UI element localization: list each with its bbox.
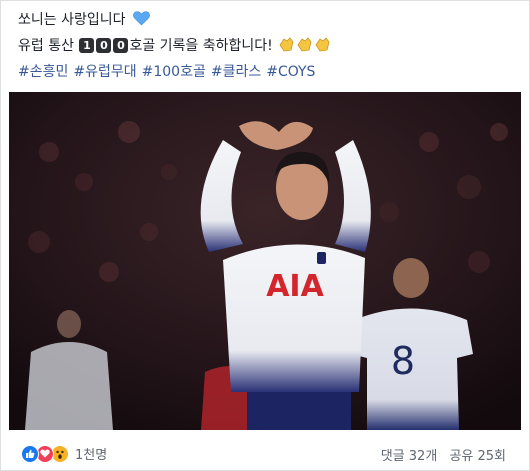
post-line-1: 쏘니는 사랑입니다	[18, 7, 518, 33]
hashtag-link[interactable]: #COYS	[266, 64, 315, 80]
keycap-digit: 1	[79, 38, 95, 53]
post-photo[interactable]: 8 AIA	[9, 92, 521, 430]
player-number-label: 8	[391, 339, 415, 383]
post-line-2-suffix: 호골 기록을 축하합니다!	[129, 38, 273, 54]
comment-count-link[interactable]: 댓글 32개	[381, 449, 438, 464]
facebook-post: 쏘니는 사랑입니다 유럽 통산 1 0 0 호골 기록을 축하합니다! #손흥민 #유럽…	[0, 0, 530, 471]
post-footer: 1천명 댓글 32개 공유 25회	[9, 433, 521, 469]
blue-heart-icon	[133, 9, 150, 35]
engagement-stats: 댓글 32개 공유 25회	[373, 445, 506, 464]
post-line-2-prefix: 유럽 통산	[18, 38, 74, 54]
keycap-digit: 0	[113, 38, 129, 53]
hashtag-link[interactable]: #클라스	[211, 64, 261, 80]
post-text: 쏘니는 사랑입니다 유럽 통산 1 0 0 호골 기록을 축하합니다! #손흥민 #유럽…	[18, 7, 518, 85]
hashtag-list: #손흥민 #유럽무대 #100호골 #클라스 #COYS	[18, 59, 518, 85]
post-line-2: 유럽 통산 1 0 0 호골 기록을 축하합니다!	[18, 33, 518, 59]
reaction-count: 1천명	[75, 448, 108, 463]
keycap-digit: 0	[96, 38, 112, 53]
like-icon	[21, 444, 39, 463]
post-line-1-text: 쏘니는 사랑입니다	[18, 12, 126, 28]
reaction-summary[interactable]: 1천명	[21, 444, 107, 463]
hashtag-link[interactable]: #100호골	[142, 64, 206, 80]
share-count-link[interactable]: 공유 25회	[449, 449, 506, 464]
hashtag-link[interactable]: #유럽무대	[73, 64, 136, 80]
hashtag-link[interactable]: #손흥민	[18, 64, 68, 80]
jersey-sponsor-label: AIA	[266, 269, 324, 304]
